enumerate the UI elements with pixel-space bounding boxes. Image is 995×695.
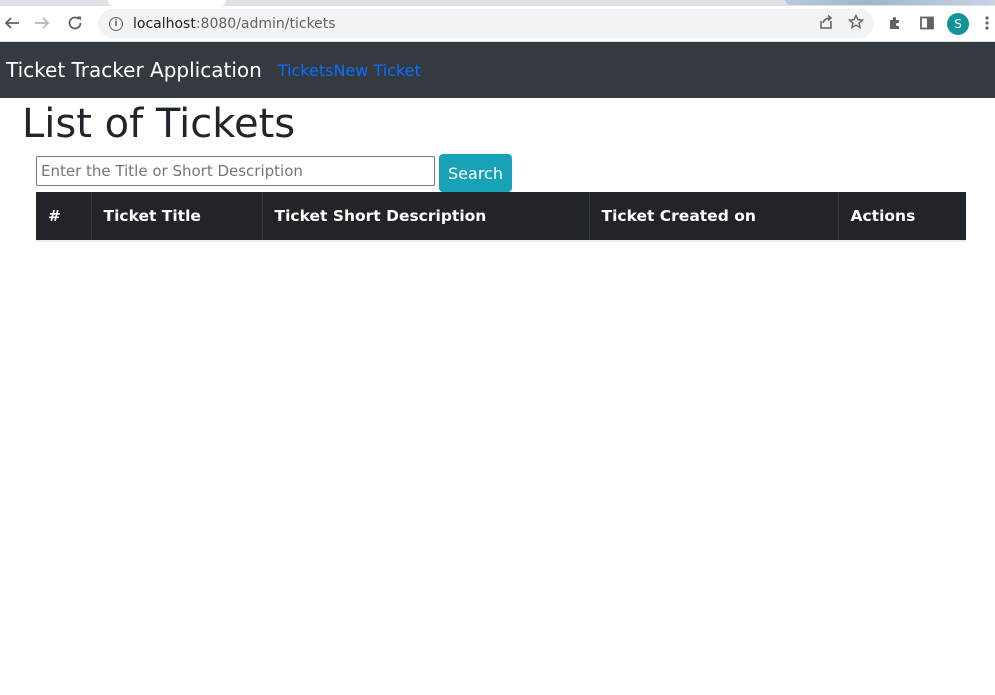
browser-toolbar: i localhost:8080/admin/tickets S: [0, 6, 995, 42]
header-actions: Actions: [838, 192, 966, 242]
reload-icon[interactable]: [63, 6, 87, 40]
profile-avatar[interactable]: S: [947, 13, 969, 35]
nav-link-tickets[interactable]: Tickets: [278, 61, 334, 80]
tab-strip-edge: [785, 0, 995, 5]
table-header-row: # Ticket Title Ticket Short Description …: [36, 192, 966, 242]
navbar-brand[interactable]: Ticket Tracker Application: [6, 58, 262, 82]
search-input[interactable]: [36, 156, 435, 186]
star-icon[interactable]: [847, 13, 865, 34]
nav-link-new-ticket[interactable]: New Ticket: [333, 61, 420, 80]
url-host: localhost: [133, 15, 196, 32]
header-created-on: Ticket Created on: [589, 192, 839, 242]
page-title: List of Tickets: [22, 101, 296, 147]
info-icon[interactable]: i: [109, 16, 123, 31]
more-vert-icon[interactable]: [978, 6, 995, 40]
url-path: :8080/admin/tickets: [195, 15, 336, 32]
header-index: #: [36, 192, 92, 242]
side-panel-icon[interactable]: [915, 6, 939, 40]
app-navbar: Ticket Tracker Application Tickets New T…: [0, 42, 995, 98]
share-icon[interactable]: [818, 14, 834, 34]
tickets-table: # Ticket Title Ticket Short Description …: [36, 192, 966, 242]
extensions-icon[interactable]: [883, 6, 907, 40]
header-ticket-title: Ticket Title: [91, 192, 263, 242]
forward-arrow-icon[interactable]: [30, 6, 54, 40]
address-bar[interactable]: i localhost:8080/admin/tickets: [98, 9, 874, 38]
search-button[interactable]: Search: [439, 154, 512, 192]
url-text[interactable]: localhost:8080/admin/tickets: [133, 16, 336, 32]
back-arrow-icon[interactable]: [0, 6, 24, 40]
header-short-description: Ticket Short Description: [262, 192, 590, 242]
navbar-links: Tickets New Ticket: [278, 61, 421, 80]
